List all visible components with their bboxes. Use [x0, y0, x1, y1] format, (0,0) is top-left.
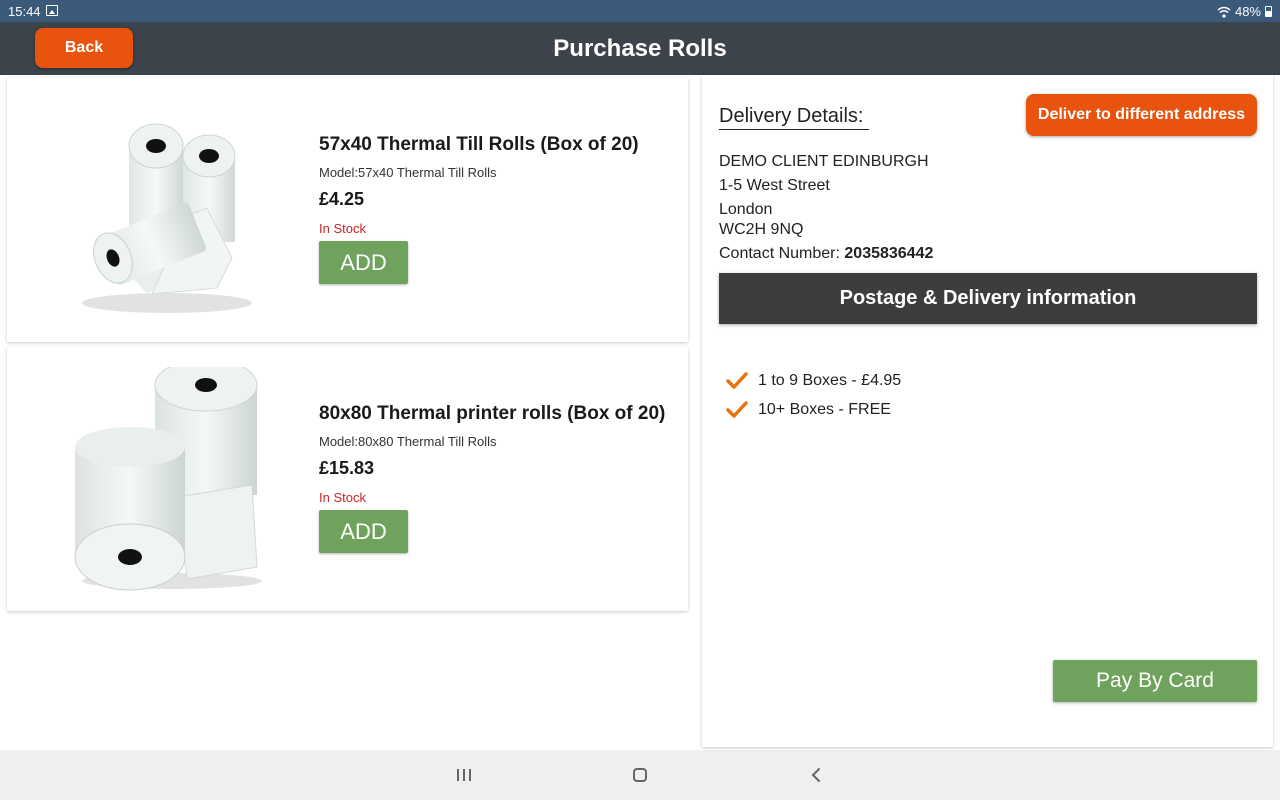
app-header: Back Purchase Rolls: [0, 22, 1280, 75]
contact-value: 2035836442: [844, 245, 934, 262]
product-name: 80x80 Thermal printer rolls (Box of 20): [319, 403, 666, 424]
status-bar: 15:44 48%: [0, 0, 1280, 22]
home-icon[interactable]: [633, 768, 647, 782]
wifi-icon: [1217, 6, 1231, 18]
status-right: 48%: [1217, 4, 1272, 19]
recent-apps-icon[interactable]: [457, 769, 471, 781]
battery-icon: [1265, 6, 1272, 17]
product-info: 80x80 Thermal printer rolls (Box of 20) …: [319, 403, 665, 553]
add-button[interactable]: ADD: [319, 510, 408, 553]
back-nav-icon[interactable]: [809, 767, 823, 783]
delivery-heading: Delivery Details:: [719, 105, 870, 130]
check-icon: [726, 401, 748, 418]
pay-by-card-button[interactable]: Pay By Card: [1053, 660, 1257, 702]
product-info: 57x40 Thermal Till Rolls (Box of 20) Mod…: [319, 134, 639, 284]
product-price: £4.25: [319, 189, 365, 209]
shipping-option-label: 1 to 9 Boxes - £4.95: [758, 372, 902, 389]
product-model: Model:57x40 Thermal Till Rolls: [319, 165, 497, 180]
different-address-button[interactable]: Deliver to different address: [1026, 94, 1257, 136]
address-line-name: DEMO CLIENT EDINBURGH: [719, 153, 929, 170]
product-price: £15.83: [319, 458, 375, 478]
stock-status: In Stock: [319, 490, 366, 505]
contact-number: Contact Number: 2035836442: [719, 245, 933, 263]
product-image-57x40: [82, 123, 252, 313]
contact-label: Contact Number:: [719, 245, 840, 262]
address-line-postcode: WC2H 9NQ: [719, 221, 804, 238]
system-nav-bar: [0, 750, 1280, 800]
address-line-city: London: [719, 201, 773, 218]
image-icon: [46, 5, 58, 16]
page-title: Purchase Rolls: [553, 35, 727, 62]
status-time: 15:44: [8, 4, 41, 19]
product-image-80x80: [74, 367, 262, 591]
product-model: Model:80x80 Thermal Till Rolls: [319, 434, 497, 449]
product-list: 57x40 Thermal Till Rolls (Box of 20) Mod…: [0, 75, 700, 750]
delivery-panel: Delivery Details: Deliver to different a…: [702, 75, 1273, 747]
shipping-option: 10+ Boxes - FREE: [726, 401, 891, 419]
battery-percent: 48%: [1234, 4, 1261, 19]
product-card-57x40: 57x40 Thermal Till Rolls (Box of 20) Mod…: [7, 78, 688, 342]
check-icon: [726, 372, 748, 389]
shipping-option-label: 10+ Boxes - FREE: [758, 401, 891, 418]
postage-info-button[interactable]: Postage & Delivery information: [719, 273, 1257, 324]
shipping-option: 1 to 9 Boxes - £4.95: [726, 372, 901, 390]
add-button[interactable]: ADD: [319, 241, 408, 284]
stock-status: In Stock: [319, 221, 366, 236]
product-card-80x80: 80x80 Thermal printer rolls (Box of 20) …: [7, 347, 688, 611]
address-line-street: 1-5 West Street: [719, 177, 830, 194]
product-name: 57x40 Thermal Till Rolls (Box of 20): [319, 134, 639, 155]
